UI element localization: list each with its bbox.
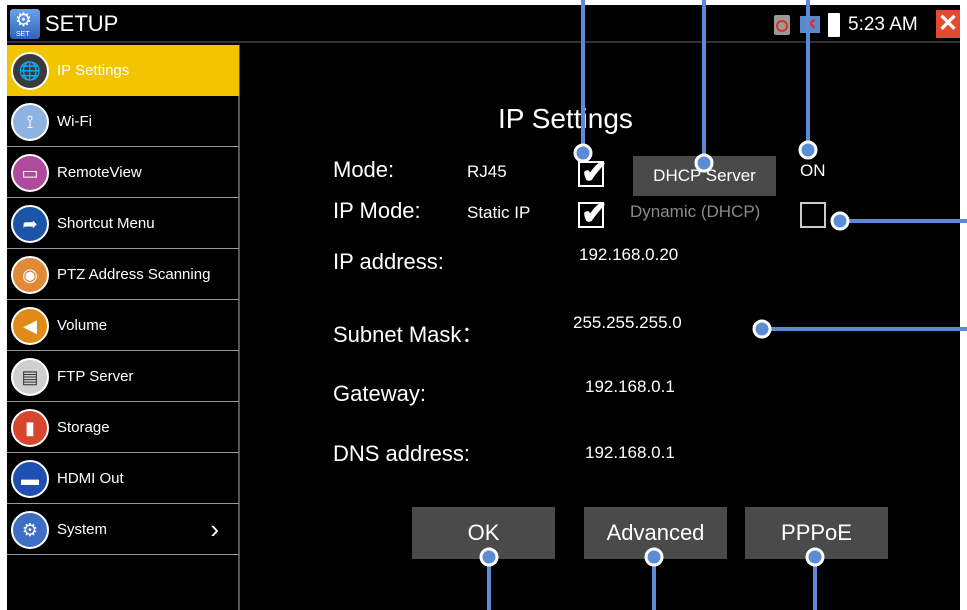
sidebar-item-wifi[interactable]: ⟟ Wi-Fi xyxy=(7,96,239,147)
sidebar-item-volume[interactable]: ◀ Volume xyxy=(7,300,239,351)
mode-value: RJ45 xyxy=(467,162,507,181)
app-title: SETUP xyxy=(45,11,119,36)
subnet-mask-field[interactable]: 255.255.255.0 xyxy=(573,313,682,333)
dns-address-label: DNS address: xyxy=(333,441,470,466)
speaker-icon: ◀ xyxy=(11,307,49,345)
dynamic-dhcp-checkbox[interactable] xyxy=(800,202,826,228)
ip-mode-label: IP Mode: xyxy=(333,198,421,223)
dynamic-dhcp-label: Dynamic (DHCP) xyxy=(630,202,761,221)
sidebar-item-hdmi-out[interactable]: ▬ HDMI Out xyxy=(7,453,239,504)
sidebar-item-ptz-address-scanning[interactable]: ◉ PTZ Address Scanning xyxy=(7,249,239,300)
static-ip-label: Static IP xyxy=(467,203,531,222)
sidebar-item-label: PTZ Address Scanning xyxy=(57,266,211,283)
advanced-button[interactable]: Advanced xyxy=(584,507,727,559)
sidebar-item-label: Volume xyxy=(57,317,108,334)
ptz-camera-icon: ◉ xyxy=(11,256,49,294)
sidebar: 🌐 IP Settings ⟟ Wi-Fi ▭ RemoteView ➦ Sho… xyxy=(7,45,240,610)
ip-address-label: IP address: xyxy=(333,249,444,274)
device-screen: ⚙ SET SETUP ✕ 5:23 AM ✕ 🌐 IP Settings ⟟ … xyxy=(7,5,960,610)
sidebar-item-label: HDMI Out xyxy=(57,470,124,487)
sd-card-error-icon xyxy=(774,15,790,35)
wifi-antenna-icon: ⟟ xyxy=(11,103,49,141)
shortcut-icon: ➦ xyxy=(11,205,49,243)
chevron-right-icon: › xyxy=(210,514,219,544)
pppoe-button[interactable]: PPPoE xyxy=(745,507,888,559)
sidebar-item-shortcut-menu[interactable]: ➦ Shortcut Menu xyxy=(7,198,239,249)
dhcp-server-state: ON xyxy=(800,161,826,180)
static-ip-checkbox[interactable]: ✔ xyxy=(578,195,608,231)
page-title: IP Settings xyxy=(498,103,633,134)
ip-address-field[interactable]: 192.168.0.20 xyxy=(579,245,678,265)
sidebar-item-ftp-server[interactable]: ▤ FTP Server xyxy=(7,351,239,402)
settings-gear-icon: ⚙ SET xyxy=(10,9,40,39)
title-bar: ⚙ SET SETUP ✕ 5:23 AM ✕ xyxy=(7,5,960,43)
sidebar-item-system[interactable]: ⚙ System › xyxy=(7,504,239,555)
checkmark-icon: ✔ xyxy=(581,154,608,190)
sidebar-item-label: Wi-Fi xyxy=(57,113,92,130)
subnet-mask-label: Subnet Mask： xyxy=(333,322,484,347)
sidebar-item-label: RemoteView xyxy=(57,164,142,181)
dhcp-server-button[interactable]: DHCP Server xyxy=(633,156,776,196)
close-button[interactable]: ✕ xyxy=(936,10,960,38)
sidebar-item-remoteview[interactable]: ▭ RemoteView xyxy=(7,147,239,198)
sidebar-item-label: FTP Server xyxy=(57,368,134,385)
sidebar-item-ip-settings[interactable]: 🌐 IP Settings xyxy=(7,45,239,96)
system-icon: ⚙ xyxy=(11,511,49,549)
ok-button[interactable]: OK xyxy=(412,507,555,559)
network-disconnected-icon: ✕ xyxy=(800,16,820,33)
sidebar-item-storage[interactable]: ▮ Storage xyxy=(7,402,239,453)
hdmi-icon: ▬ xyxy=(11,460,49,498)
gateway-label: Gateway: xyxy=(333,381,426,406)
app-icon-caption: SET xyxy=(16,31,30,38)
ip-settings-panel: IP Settings Mode: RJ45 ✔ DHCP Server ON … xyxy=(242,45,960,610)
rj45-checkbox[interactable]: ✔ xyxy=(578,154,608,190)
clock: 5:23 AM xyxy=(848,14,918,35)
dns-address-field[interactable]: 192.168.0.1 xyxy=(585,443,675,463)
sidebar-item-label: Storage xyxy=(57,419,110,436)
sidebar-item-label: System xyxy=(57,521,108,538)
gateway-field[interactable]: 192.168.0.1 xyxy=(585,377,675,397)
mode-label: Mode: xyxy=(333,157,395,182)
battery-icon xyxy=(828,13,840,37)
checkmark-icon: ✔ xyxy=(581,195,608,231)
sidebar-item-label: IP Settings xyxy=(57,62,130,79)
globe-icon: 🌐 xyxy=(11,52,49,90)
ftp-server-icon: ▤ xyxy=(11,358,49,396)
sidebar-item-label: Shortcut Menu xyxy=(57,215,155,232)
remote-view-icon: ▭ xyxy=(11,154,49,192)
storage-card-icon: ▮ xyxy=(11,409,49,447)
